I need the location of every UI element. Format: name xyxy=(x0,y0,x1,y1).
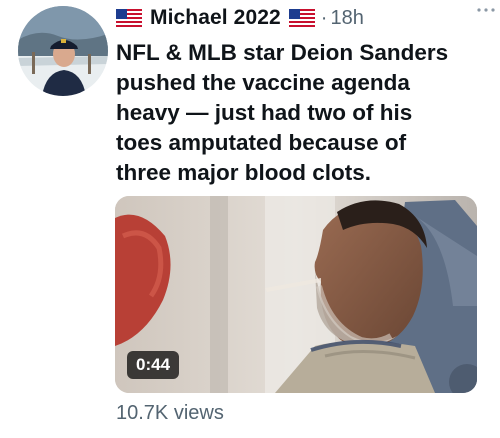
video-player[interactable]: 0:44 xyxy=(115,196,477,393)
us-flag-icon xyxy=(116,9,142,27)
author-name[interactable]: Michael 2022 xyxy=(150,6,281,30)
us-flag-icon xyxy=(288,9,315,27)
avatar-photo xyxy=(18,6,108,96)
video-duration-badge: 0:44 xyxy=(127,351,180,379)
avatar[interactable] xyxy=(18,6,108,96)
separator-dot: · xyxy=(320,6,328,29)
tweet-text: NFL & MLB star Deion Sanders pushed the … xyxy=(116,40,449,185)
timestamp[interactable]: 18h xyxy=(330,7,363,30)
view-count: 10.7K views xyxy=(116,402,224,424)
tweet-header: Michael 2022 · 18h xyxy=(116,3,488,33)
more-options-icon[interactable] xyxy=(476,0,496,18)
